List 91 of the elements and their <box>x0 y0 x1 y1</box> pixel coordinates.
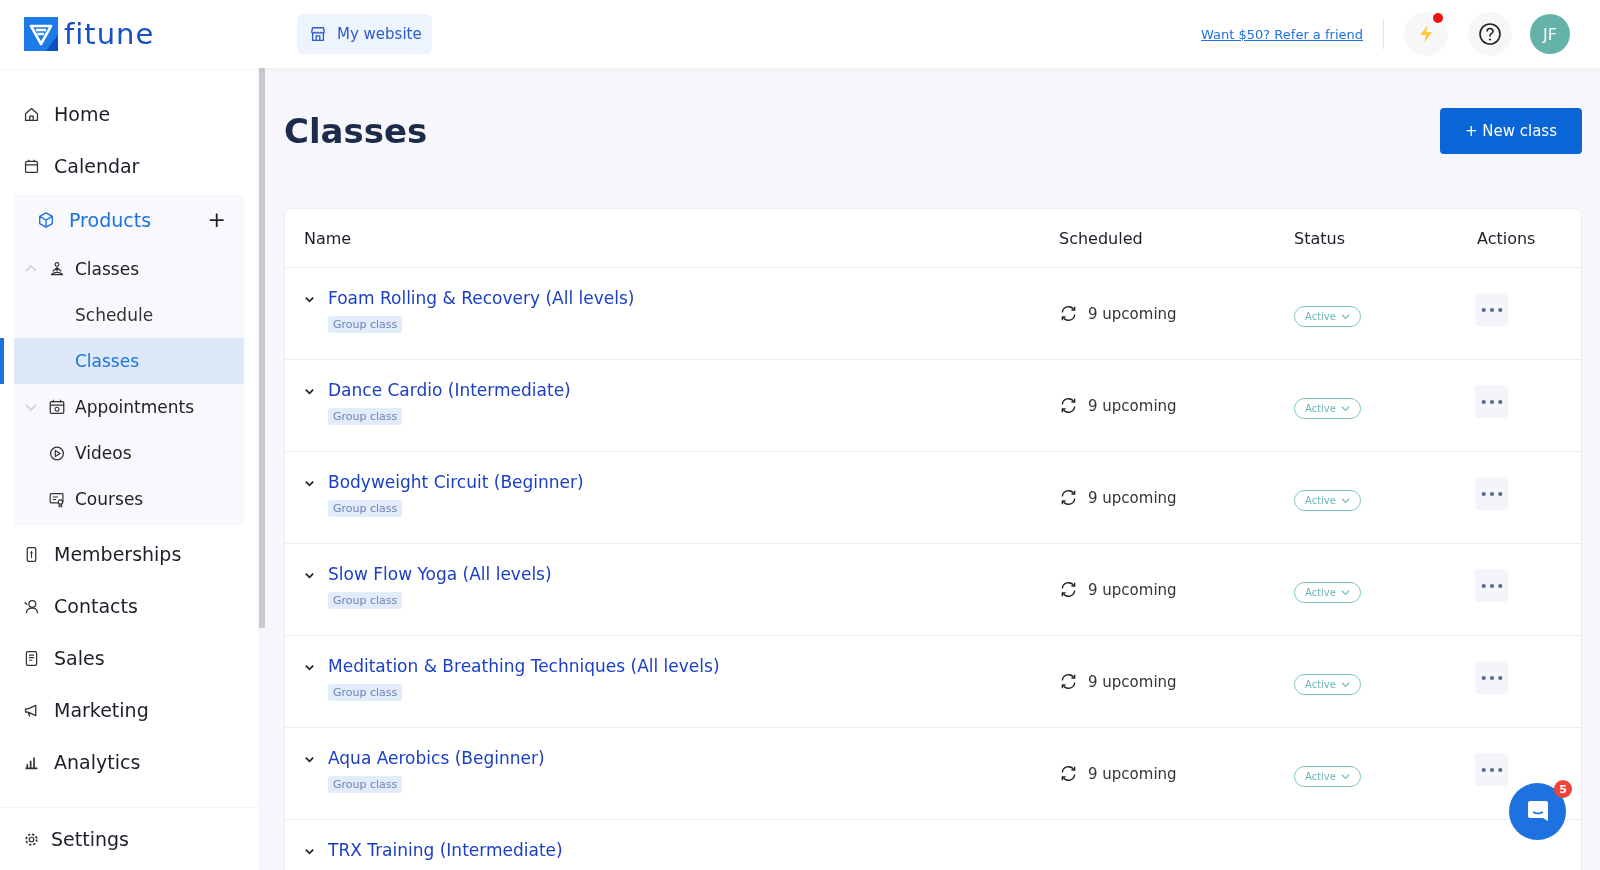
class-type-tag: Group class <box>328 776 403 793</box>
scheduled-count: 9 upcoming <box>1088 580 1177 599</box>
more-actions-button[interactable] <box>1475 661 1508 694</box>
repeat-icon <box>1059 580 1078 599</box>
repeat-icon <box>1059 488 1078 507</box>
class-name-link[interactable]: Slow Flow Yoga (All levels) <box>328 564 552 584</box>
repeat-icon <box>1059 304 1078 323</box>
chevron-down-icon[interactable] <box>304 846 315 857</box>
class-name-link[interactable]: Bodyweight Circuit (Beginner) <box>328 472 584 492</box>
sidebar-subitem[interactable]: Appointments <box>14 384 244 430</box>
sidebar-item[interactable]: Memberships <box>0 528 258 580</box>
class-type-tag: Group class <box>328 500 403 517</box>
sidebar-item[interactable]: Marketing <box>0 684 258 736</box>
logo-icon <box>24 17 58 51</box>
more-icon <box>1480 674 1503 681</box>
chevron-down-icon <box>1340 312 1350 321</box>
class-type-tag: Group class <box>328 684 403 701</box>
calendar-icon <box>48 398 66 416</box>
calendar-icon <box>23 157 40 175</box>
scrollbar[interactable] <box>259 68 265 628</box>
play-icon <box>48 444 66 462</box>
more-actions-button[interactable] <box>1475 293 1508 326</box>
class-name-link[interactable]: Meditation & Breathing Techniques (All levels) <box>328 656 720 676</box>
box-icon <box>37 211 55 229</box>
repeat-icon <box>1059 672 1078 691</box>
add-product-button[interactable]: + <box>207 209 226 231</box>
chevron-down-icon[interactable] <box>304 662 315 673</box>
scheduled-count: 9 upcoming <box>1088 488 1177 507</box>
class-name-link[interactable]: TRX Training (Intermediate) <box>328 840 563 860</box>
my-website-button[interactable]: My website <box>297 14 432 54</box>
sidebar-subitem[interactable]: Classes <box>14 246 244 292</box>
chevron-down-icon[interactable] <box>304 754 315 765</box>
class-type-tag: Group class <box>328 592 403 609</box>
sidebar-item[interactable]: Products <box>14 194 208 246</box>
chevron-down-icon <box>1340 772 1350 781</box>
sidebar-item[interactable]: Analytics <box>0 736 258 788</box>
more-actions-button[interactable] <box>1475 753 1508 786</box>
class-name-link[interactable]: Aqua Aerobics (Beginner) <box>328 748 545 768</box>
column-header: Status <box>1294 228 1346 248</box>
sidebar-item[interactable]: Contacts <box>0 580 258 632</box>
column-header: Actions <box>1476 228 1537 248</box>
help-icon <box>1478 22 1502 46</box>
new-class-button[interactable]: + New class <box>1439 108 1582 154</box>
repeat-icon <box>1059 396 1078 415</box>
more-icon <box>1480 306 1503 313</box>
chevron-down-icon[interactable] <box>304 570 315 581</box>
contacts-icon <box>23 597 40 615</box>
column-header: Scheduled <box>1059 228 1144 248</box>
chevron-down-icon <box>1340 680 1350 689</box>
scheduled-count: 9 upcoming <box>1088 396 1177 415</box>
more-icon <box>1480 766 1503 773</box>
help-button[interactable] <box>1468 12 1512 56</box>
refer-link[interactable]: Want $50? Refer a friend <box>1201 26 1363 42</box>
page-title: Classes <box>284 111 428 151</box>
sidebar-item[interactable]: Home <box>0 88 258 140</box>
settings-icon <box>24 831 39 847</box>
scheduled-count: 9 upcoming <box>1088 764 1177 783</box>
more-actions-button[interactable] <box>1475 477 1508 510</box>
chevron-down-icon <box>1340 404 1350 413</box>
scheduled-count: 9 upcoming <box>1088 672 1177 691</box>
class-type-tag: Group class <box>328 316 403 333</box>
sidebar-subitem[interactable]: Courses <box>14 476 244 522</box>
chevron-down-icon[interactable] <box>304 294 315 305</box>
class-name-link[interactable]: Dance Cardio (Intermediate) <box>328 380 571 400</box>
chevron-down-icon[interactable] <box>304 386 315 397</box>
class-name-link[interactable]: Foam Rolling & Recovery (All levels) <box>328 288 635 308</box>
certificate-icon <box>48 490 66 508</box>
store-icon <box>309 25 327 43</box>
sidebar-subitem[interactable]: Videos <box>14 430 244 476</box>
more-actions-button[interactable] <box>1475 385 1508 418</box>
sidebar-subitem[interactable]: Classes <box>0 338 244 384</box>
chevron-down-icon <box>1340 496 1350 505</box>
more-icon <box>1480 490 1503 497</box>
receipt-icon <box>23 649 40 667</box>
more-actions-button[interactable] <box>1475 569 1508 602</box>
sidebar-subitem[interactable]: Schedule <box>14 292 244 338</box>
home-icon <box>23 105 40 123</box>
logo-text: fitune <box>64 17 155 51</box>
sidebar-item[interactable]: Sales <box>0 632 258 684</box>
more-icon <box>1480 398 1503 405</box>
chevron-down-icon <box>1340 588 1350 597</box>
column-header: Name <box>303 228 353 248</box>
class-type-tag: Group class <box>328 408 403 425</box>
repeat-icon <box>1059 764 1078 783</box>
meditation-icon <box>48 260 66 278</box>
lightning-button[interactable] <box>1404 12 1448 56</box>
chevron-down-icon[interactable] <box>304 478 315 489</box>
sidebar-item[interactable]: Calendar <box>0 140 258 192</box>
more-icon <box>1480 582 1503 589</box>
scheduled-count: 9 upcoming <box>1088 304 1177 323</box>
settings-item[interactable]: Settings <box>0 807 258 870</box>
